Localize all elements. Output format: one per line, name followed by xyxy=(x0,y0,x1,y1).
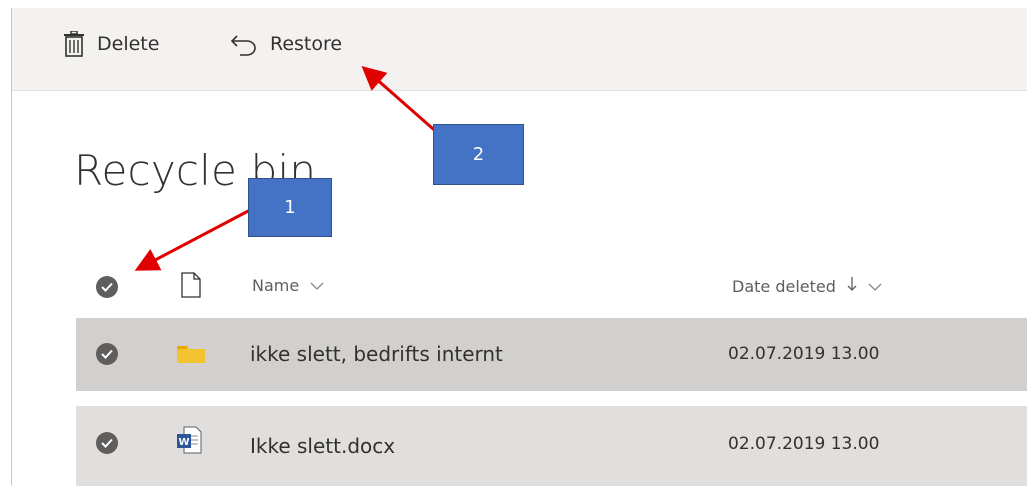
restore-button[interactable]: Restore xyxy=(230,28,342,60)
column-header-name[interactable]: Name xyxy=(252,276,324,295)
table-row[interactable]: ikke slett, bedrifts internt 02.07.2019 … xyxy=(76,318,1027,391)
delete-button[interactable]: Delete xyxy=(63,28,159,60)
arrow-to-select-all xyxy=(134,207,253,271)
select-all-checkbox[interactable] xyxy=(96,276,118,298)
callout-2: 2 xyxy=(433,124,524,185)
row-checkbox[interactable] xyxy=(96,432,118,454)
left-border xyxy=(11,8,12,486)
chevron-down-icon xyxy=(868,277,882,296)
file-name[interactable]: ikke slett, bedrifts internt xyxy=(250,342,503,366)
column-name-label: Name xyxy=(252,276,300,295)
top-strip xyxy=(0,0,1027,5)
undo-arrow-icon xyxy=(230,32,258,56)
date-deleted: 02.07.2019 13.00 xyxy=(728,344,880,364)
table-header: Name Date deleted xyxy=(76,262,1027,310)
file-type-icon xyxy=(181,272,201,302)
column-header-date-deleted[interactable]: Date deleted xyxy=(732,276,882,296)
trash-icon xyxy=(63,31,85,57)
file-name[interactable]: Ikke slett.docx xyxy=(250,434,395,458)
table-row[interactable]: W Ikke slett.docx 02.07.2019 13.00 xyxy=(76,406,1027,486)
restore-label: Restore xyxy=(270,33,343,55)
command-bar xyxy=(12,8,1027,91)
chevron-down-icon xyxy=(310,276,324,295)
callout-1: 1 xyxy=(248,178,332,237)
folder-icon xyxy=(176,342,206,368)
row-checkbox[interactable] xyxy=(96,343,118,365)
sort-down-arrow-icon xyxy=(847,276,857,296)
svg-text:W: W xyxy=(178,437,189,448)
column-date-label: Date deleted xyxy=(732,277,836,296)
date-deleted: 02.07.2019 13.00 xyxy=(728,434,880,454)
delete-label: Delete xyxy=(97,33,160,55)
word-doc-icon: W xyxy=(176,426,202,458)
